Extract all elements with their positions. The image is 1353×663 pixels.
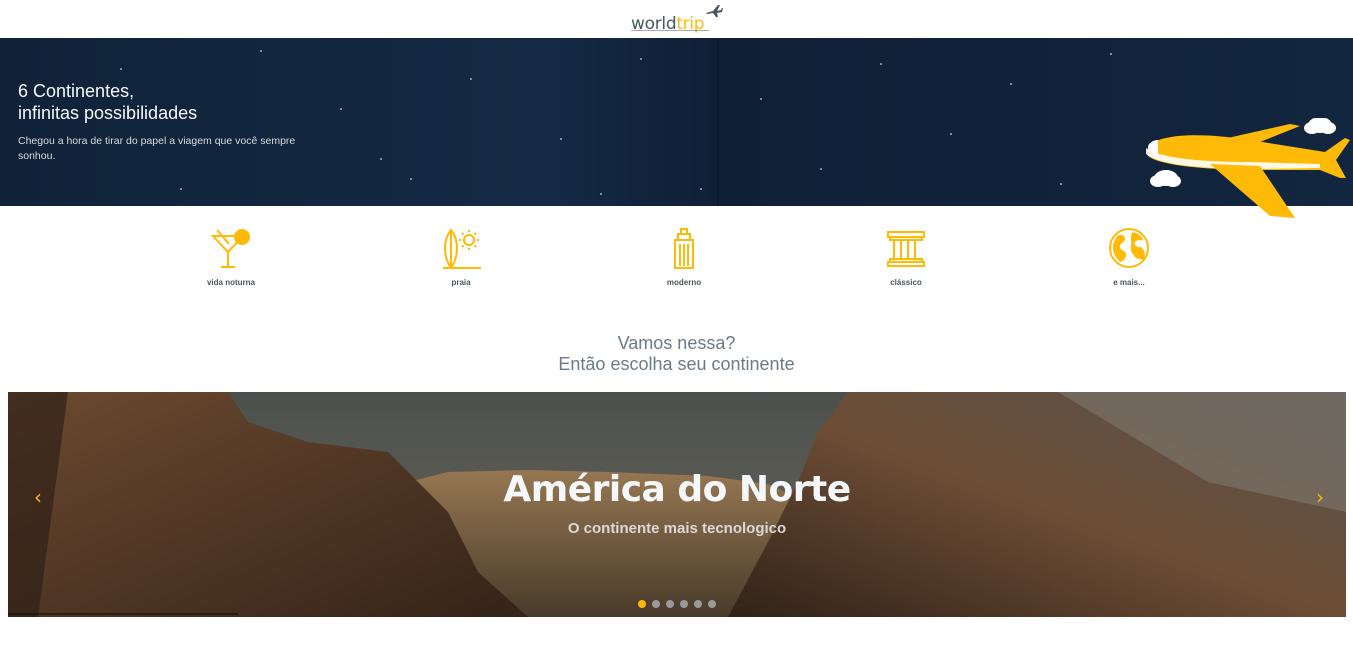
pagination-dot[interactable] bbox=[638, 600, 646, 608]
type-item-moderno[interactable]: moderno bbox=[624, 226, 744, 287]
classical-building-icon bbox=[887, 231, 925, 267]
type-item-praia[interactable]: praia bbox=[401, 226, 521, 287]
type-item-classico[interactable]: clássico bbox=[846, 226, 966, 287]
section-heading: Vamos nessa? Então escolha seu continent… bbox=[0, 333, 1353, 375]
type-item-vida-noturna[interactable]: vida noturna bbox=[171, 226, 291, 287]
slider-pagination bbox=[638, 600, 716, 608]
slider-progress bbox=[8, 613, 238, 615]
skyscraper-icon bbox=[674, 228, 694, 269]
type-label: e mais... bbox=[1113, 278, 1145, 287]
prev-arrow-icon[interactable]: ‹ bbox=[28, 487, 48, 507]
pagination-dot[interactable] bbox=[694, 600, 702, 608]
airplane-illustration-icon bbox=[1146, 118, 1350, 218]
type-label: vida noturna bbox=[206, 278, 255, 287]
logo-world-text: world bbox=[631, 14, 677, 34]
globe-icon bbox=[1109, 228, 1149, 268]
slide-title[interactable]: América do Norte bbox=[8, 469, 1346, 510]
logo-underline bbox=[631, 30, 709, 31]
banner-title-line2: infinitas possibilidades bbox=[18, 103, 198, 123]
type-label: moderno bbox=[666, 278, 702, 287]
worldtrip-logo[interactable]: world trip bbox=[631, 4, 723, 34]
banner-title: 6 Continentes, infinitas possibilidades bbox=[18, 80, 197, 124]
pagination-dot[interactable] bbox=[708, 600, 716, 608]
type-label: clássico bbox=[890, 278, 922, 287]
surfboard-sun-icon bbox=[443, 228, 481, 270]
pagination-dot[interactable] bbox=[652, 600, 660, 608]
slide-subtitle: O continente mais tecnologico bbox=[567, 520, 787, 537]
banner-divider bbox=[717, 38, 719, 206]
type-label: praia bbox=[451, 278, 471, 287]
travel-types: vida noturna praia moderno clássico e ma… bbox=[0, 226, 1353, 296]
pagination-dot[interactable] bbox=[666, 600, 674, 608]
logo-trip-text: trip bbox=[676, 14, 705, 34]
type-item-e-mais[interactable]: e mais... bbox=[1069, 226, 1189, 287]
cocktail-icon bbox=[210, 229, 250, 268]
pagination-dot[interactable] bbox=[680, 600, 688, 608]
next-arrow-icon[interactable]: › bbox=[1310, 487, 1330, 507]
banner-title-line1: 6 Continentes, bbox=[18, 81, 135, 101]
airplane-icon bbox=[706, 5, 723, 17]
continent-slider[interactable]: América do Norte O continente mais tecno… bbox=[8, 392, 1346, 617]
section-heading-line2: Então escolha seu continente bbox=[558, 354, 795, 374]
hero-banner: 6 Continentes, infinitas possibilidades … bbox=[0, 38, 1353, 218]
banner-description: Chegou a hora de tirar do papel a viagem… bbox=[18, 135, 296, 162]
header: world trip bbox=[0, 0, 1353, 38]
section-heading-line1: Vamos nessa? bbox=[617, 333, 736, 353]
